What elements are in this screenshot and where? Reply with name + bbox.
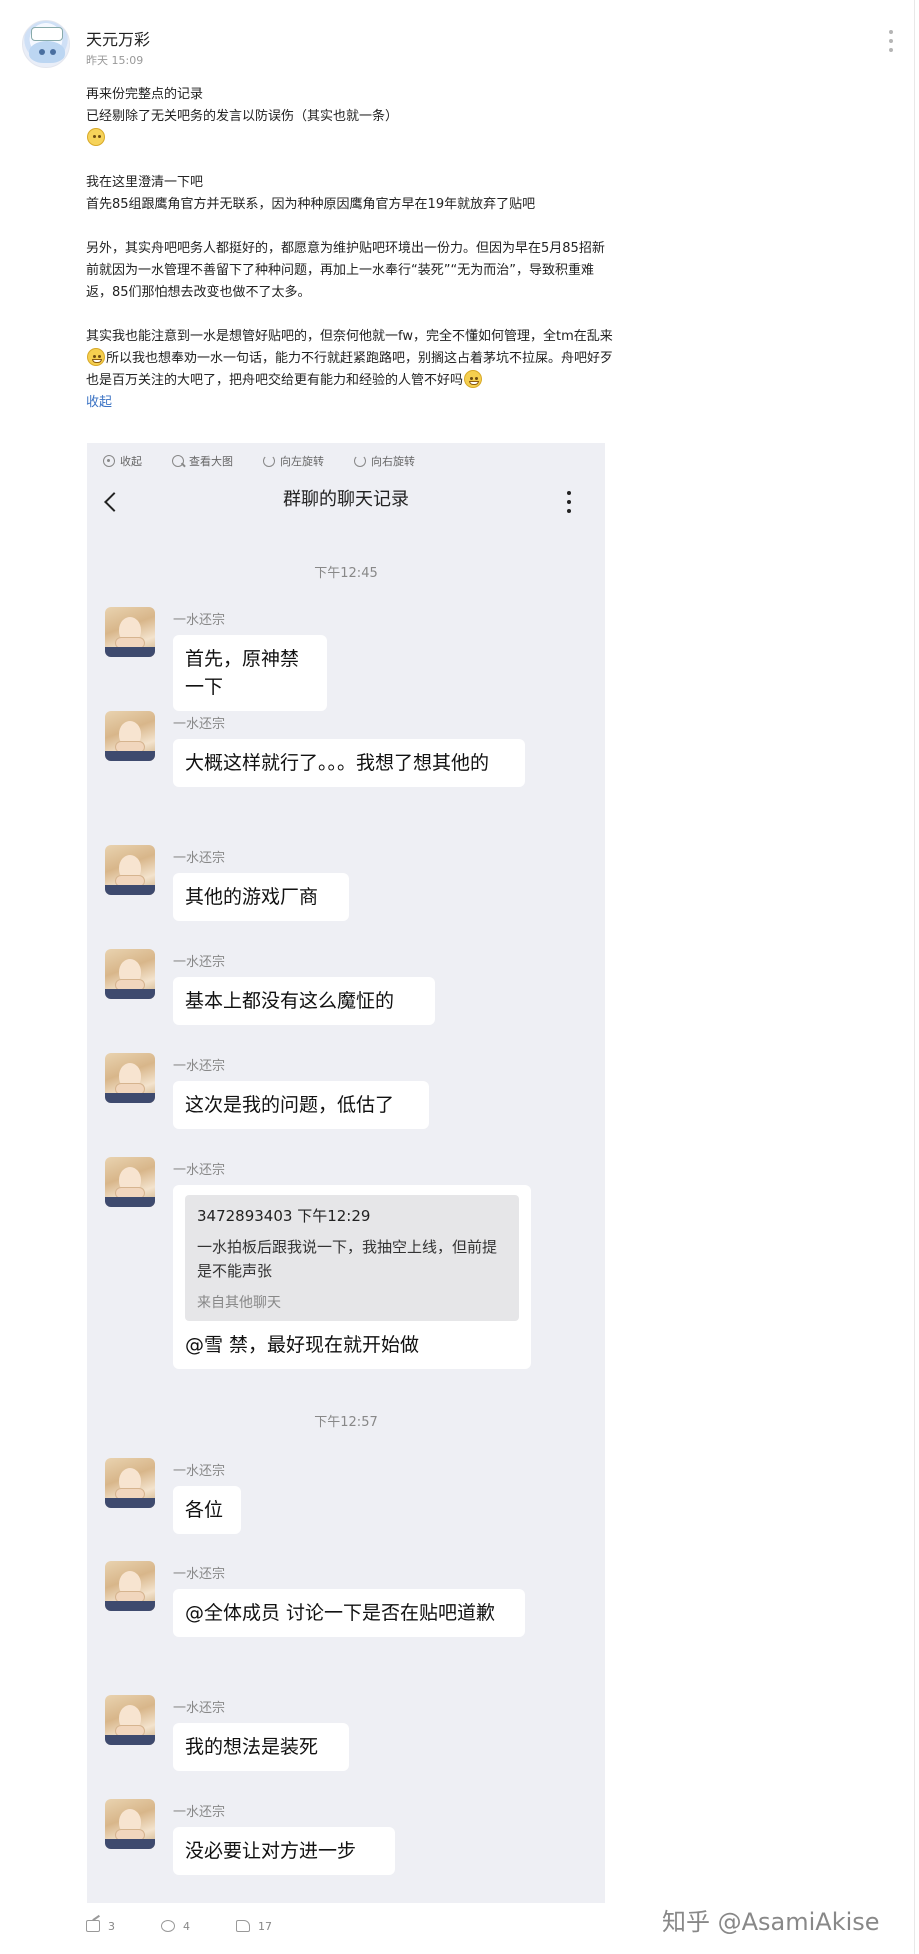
collapse-link[interactable]: 收起 <box>86 395 112 410</box>
avatar-hair <box>29 41 65 63</box>
post-line: 已经剔除了无关吧务的发言以防误伤（其实也就一条） <box>86 109 399 124</box>
more-options-icon[interactable] <box>888 30 894 52</box>
sender-name: 一水还宗 <box>173 1805 226 1820</box>
post-paragraph: 其实我也能注意到一水是想管好贴吧的，但奈何他就一fw，完全不懂如何管理，全tm在… <box>86 326 616 392</box>
message-text: @雪 禁，最好现在就开始做 <box>185 1334 420 1356</box>
rotate-left-button[interactable]: 向左旋转 <box>263 453 324 469</box>
timestamp: 下午12:45 <box>314 566 378 581</box>
tool-label: 向左旋转 <box>280 455 324 468</box>
username[interactable]: 天元万彩 <box>86 26 150 50</box>
post-paragraph: 另外，其实舟吧吧务人都挺好的，都愿意为维护贴吧环境出一份力。但因为早在5月85招… <box>86 241 605 300</box>
magnifier-icon <box>172 455 184 467</box>
sender-avatar[interactable] <box>105 1458 155 1508</box>
divider <box>914 0 915 1954</box>
comment-button[interactable]: 4 <box>161 1920 190 1933</box>
like-count: 17 <box>258 1919 272 1933</box>
sender-avatar[interactable] <box>105 949 155 999</box>
user-avatar[interactable] <box>22 20 70 68</box>
tool-label: 向右旋转 <box>371 455 415 468</box>
comment-count: 4 <box>183 1919 190 1933</box>
comment-icon <box>161 1920 175 1932</box>
timestamp: 下午12:57 <box>314 1415 378 1430</box>
sender-name: 一水还宗 <box>173 1163 226 1178</box>
sender-name: 一水还宗 <box>173 1464 226 1479</box>
sender-avatar[interactable] <box>105 1695 155 1745</box>
post-page: 天元万彩 昨天 15:09 再来份完整点的记录 已经剔除了无关吧务的发言以防误伤… <box>0 0 919 1954</box>
image-toolbar: 收起 查看大图 向左旋转 向右旋转 <box>87 443 605 479</box>
message-bubble: 没必要让对方进一步 <box>173 1827 395 1875</box>
chat-header: 群聊的聊天记录 <box>87 479 605 533</box>
sender-name: 一水还宗 <box>173 955 226 970</box>
message-bubble: 基本上都没有这么魔怔的 <box>173 977 435 1025</box>
collapse-icon <box>103 455 115 467</box>
quoted-message[interactable]: 3472893403 下午12:29 一水拍板后跟我说一下，我抽空上线，但前提是… <box>185 1195 519 1321</box>
collapse-image-button[interactable]: 收起 <box>103 453 142 469</box>
post-body: 再来份完整点的记录 已经剔除了无关吧务的发言以防误伤（其实也就一条） 我在这里澄… <box>86 84 616 414</box>
avatar-eye <box>39 49 45 55</box>
post-line: 首先85组跟鹰角官方并无联系，因为种种原因鹰角官方早在19年就放弃了贴吧 <box>86 197 536 212</box>
message-bubble: 其他的游戏厂商 <box>173 873 349 921</box>
dizzy-emoji-icon <box>87 128 105 146</box>
sender-name: 一水还宗 <box>173 851 226 866</box>
chat-more-icon[interactable] <box>567 491 571 513</box>
post-line: 我在这里澄清一下吧 <box>86 175 204 190</box>
message-bubble: 首先，原神禁一下 <box>173 635 327 711</box>
sender-avatar[interactable] <box>105 607 155 657</box>
avatar-eye <box>50 49 56 55</box>
watermark: 知乎 @AsamiAkise <box>662 1908 880 1936</box>
rotate-left-icon <box>263 455 275 467</box>
post-time: 昨天 15:09 <box>86 54 144 67</box>
sender-name: 一水还宗 <box>173 1567 226 1582</box>
post-line: 再来份完整点的记录 <box>86 87 204 102</box>
rotate-right-icon <box>354 455 366 467</box>
tool-label: 查看大图 <box>189 455 233 468</box>
share-button[interactable]: 3 <box>86 1920 115 1933</box>
grin-emoji-icon <box>464 370 483 388</box>
post-text: 所以我也想奉劝一水一句话，能力不行就赶紧跑路吧，别搁这占着茅坑不拉屎。舟吧好歹也… <box>86 351 614 388</box>
message-bubble: 大概这样就行了。。。我想了想其他的 <box>173 739 525 787</box>
share-count: 3 <box>108 1919 115 1933</box>
avatar-hat <box>31 27 63 41</box>
message-bubble: 各位 <box>173 1486 241 1534</box>
message-bubble: @全体成员 讨论一下是否在贴吧道歉 <box>173 1589 525 1637</box>
message-bubble-with-quote: 3472893403 下午12:29 一水拍板后跟我说一下，我抽空上线，但前提是… <box>173 1185 531 1369</box>
sender-avatar[interactable] <box>105 1799 155 1849</box>
sender-avatar[interactable] <box>105 1157 155 1207</box>
post-text: 其实我也能注意到一水是想管好贴吧的，但奈何他就一fw，完全不懂如何管理，全tm在… <box>86 329 613 344</box>
post-actions: 3 4 17 <box>86 1916 318 1936</box>
share-icon <box>86 1920 100 1932</box>
sender-avatar[interactable] <box>105 1053 155 1103</box>
message-bubble: 我的想法是装死 <box>173 1723 349 1771</box>
sender-name: 一水还宗 <box>173 717 226 732</box>
sender-name: 一水还宗 <box>173 1059 226 1074</box>
sender-name: 一水还宗 <box>173 613 226 628</box>
quote-source: 来自其他聊天 <box>197 1295 281 1311</box>
quote-header: 3472893403 下午12:29 <box>197 1207 371 1225</box>
view-full-image-button[interactable]: 查看大图 <box>172 453 233 469</box>
thumbs-up-icon <box>236 1920 250 1932</box>
sender-avatar[interactable] <box>105 711 155 761</box>
sender-name: 一水还宗 <box>173 1701 226 1716</box>
image-viewer: 收起 查看大图 向左旋转 向右旋转 群聊的聊天记录 下午12:45 一水还宗 首… <box>87 443 605 1903</box>
like-button[interactable]: 17 <box>236 1920 272 1933</box>
quote-body: 一水拍板后跟我说一下，我抽空上线，但前提是不能声张 <box>197 1238 498 1280</box>
sender-avatar[interactable] <box>105 845 155 895</box>
message-bubble: 这次是我的问题，低估了 <box>173 1081 429 1129</box>
sender-avatar[interactable] <box>105 1561 155 1611</box>
grin-emoji-icon <box>87 348 105 366</box>
post-line <box>86 128 616 150</box>
chat-title: 群聊的聊天记录 <box>283 489 409 510</box>
rotate-right-button[interactable]: 向右旋转 <box>354 453 415 469</box>
tool-label: 收起 <box>120 455 142 468</box>
